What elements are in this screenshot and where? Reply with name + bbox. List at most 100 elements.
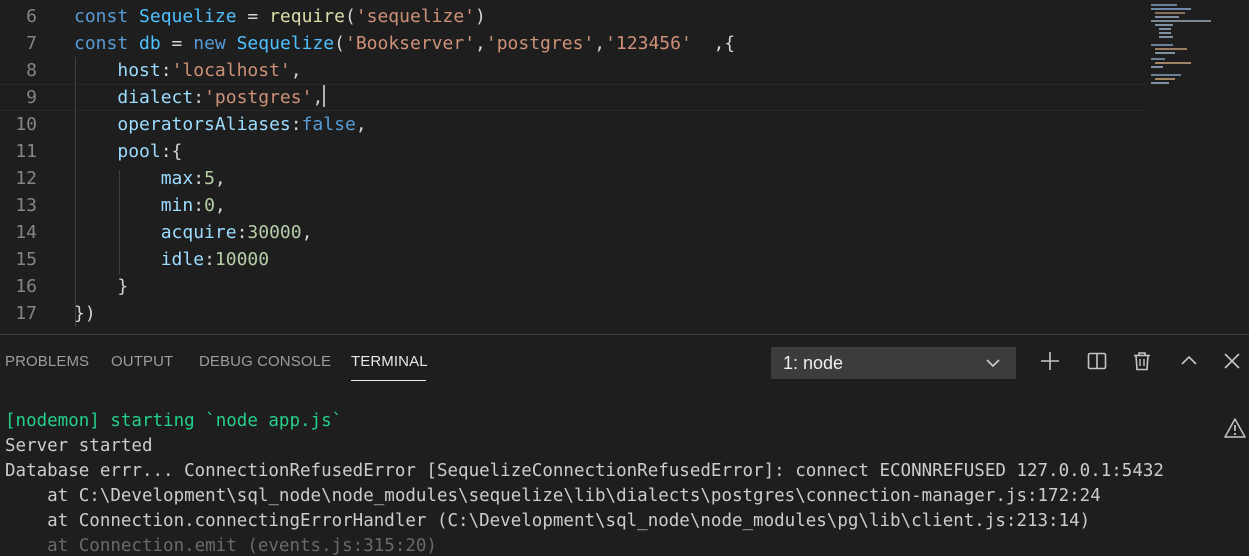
close-icon[interactable]: [1220, 349, 1244, 373]
code-token: 'postgres': [204, 87, 313, 108]
code-token: (: [334, 33, 345, 54]
code-line[interactable]: 15 idle:10000: [0, 246, 1145, 273]
code-line[interactable]: 12 max:5,: [0, 165, 1145, 192]
code-token: ,{: [691, 33, 736, 54]
line-number: 8: [26, 60, 37, 81]
code-token: ): [475, 6, 486, 27]
code-token: =: [160, 33, 194, 54]
code-token: operatorsAliases: [117, 114, 291, 135]
terminal-selector[interactable]: 1: node: [771, 347, 1016, 379]
code-text: min:0,: [74, 192, 226, 219]
line-number: 6: [26, 6, 37, 27]
code-token: :: [193, 168, 205, 189]
code-token: ,: [290, 60, 302, 81]
code-text: max:5,: [74, 165, 226, 192]
code-token: }): [74, 303, 96, 324]
line-number: 11: [15, 141, 37, 162]
terminal-line: at Connection.emit (events.js:315:20): [5, 536, 437, 556]
code-token: const: [74, 6, 140, 27]
code-token: :: [290, 114, 302, 135]
tab-terminal[interactable]: TERMINAL: [351, 353, 428, 370]
line-number: 10: [15, 114, 37, 135]
code-token: require: [269, 6, 345, 27]
terminal-line: Database errr... ConnectionRefusedError …: [5, 461, 1164, 481]
code-text: const Sequelize = require('sequelize'): [74, 3, 486, 30]
code-line[interactable]: 17}): [0, 300, 1145, 327]
split-icon[interactable]: [1085, 349, 1109, 373]
code-token: pool: [117, 141, 161, 162]
code-editor[interactable]: 6 const Sequelize = require('sequelize') 7…: [0, 0, 1249, 334]
code-token: :: [160, 60, 172, 81]
code-token: :: [193, 195, 205, 216]
code-line[interactable]: 13 min:0,: [0, 192, 1145, 219]
code-text: operatorsAliases:false,: [74, 111, 366, 138]
code-token: :: [204, 249, 215, 270]
code-text: const db = new Sequelize('Bookserver','p…: [74, 30, 735, 57]
code-line[interactable]: 14 acquire:30000,: [0, 219, 1145, 246]
code-token: 30000: [247, 222, 302, 243]
code-token: ,: [301, 222, 313, 243]
chevron-down-icon: [986, 359, 1000, 368]
chevron-up-icon[interactable]: [1177, 349, 1201, 373]
code-token: host: [117, 60, 161, 81]
code-token: 'Bookserver': [344, 33, 476, 54]
code-token: :: [193, 87, 205, 108]
code-text: }): [74, 300, 96, 327]
terminal-line: at C:\Development\sql_node\node_modules\…: [5, 486, 1101, 506]
code-text: host:'localhost',: [74, 57, 302, 84]
code-token: false: [301, 114, 356, 135]
code-token: ,: [214, 168, 226, 189]
warning-icon[interactable]: [1224, 417, 1246, 439]
indent-guide: [75, 57, 76, 327]
code-line[interactable]: 9 dialect:'postgres',: [0, 84, 1145, 111]
code-token: :: [236, 222, 248, 243]
vscode-window: 6 const Sequelize = require('sequelize') 7…: [0, 0, 1249, 556]
minimap[interactable]: [1145, 0, 1249, 334]
code-token: min: [160, 195, 194, 216]
code-token: 5: [204, 168, 215, 189]
code-token: ,: [594, 33, 606, 54]
indent-guide: [119, 170, 120, 274]
code-line[interactable]: 11 pool:{: [0, 138, 1145, 165]
code-token: ,: [312, 87, 324, 108]
code-token: idle: [160, 249, 205, 270]
code-token: new: [193, 33, 237, 54]
line-number: 15: [15, 249, 37, 270]
line-number: 14: [15, 222, 37, 243]
code-token: 0: [204, 195, 215, 216]
code-token: '123456': [605, 33, 692, 54]
trash-icon[interactable]: [1130, 349, 1154, 373]
tab-output[interactable]: OUTPUT: [111, 353, 173, 370]
code-line[interactable]: 10 operatorsAliases:false,: [0, 111, 1145, 138]
terminal-line: at Connection.connectingErrorHandler (C:…: [5, 511, 1091, 531]
code-token: 10000: [214, 249, 270, 270]
tab-problems[interactable]: PROBLEMS: [5, 353, 89, 370]
code-token: dialect: [117, 87, 194, 108]
code-token: =: [236, 6, 270, 27]
code-token: 'postgres': [485, 33, 595, 54]
plus-icon[interactable]: [1038, 349, 1062, 373]
code-token: 'sequelize': [355, 6, 476, 27]
code-text: dialect:'postgres',: [74, 85, 326, 110]
code-token: Sequelize: [139, 6, 237, 27]
code-line[interactable]: 6 const Sequelize = require('sequelize'): [0, 3, 1145, 30]
text-cursor: [323, 85, 326, 107]
code-line[interactable]: 8 host:'localhost',: [0, 57, 1145, 84]
line-number: 7: [26, 33, 37, 54]
code-line[interactable]: 16 }: [0, 273, 1145, 300]
code-token: Sequelize: [236, 33, 335, 54]
code-token: acquire: [160, 222, 237, 243]
line-number: 13: [15, 195, 37, 216]
tab-debug-console[interactable]: DEBUG CONSOLE: [199, 353, 331, 370]
code-line[interactable]: 7 const db = new Sequelize('Bookserver','…: [0, 30, 1145, 57]
code-token: }: [117, 276, 129, 297]
terminal-line: [nodemon] starting `node app.js`: [5, 411, 343, 431]
code-token: db: [139, 33, 161, 54]
line-number: 9: [26, 87, 37, 108]
